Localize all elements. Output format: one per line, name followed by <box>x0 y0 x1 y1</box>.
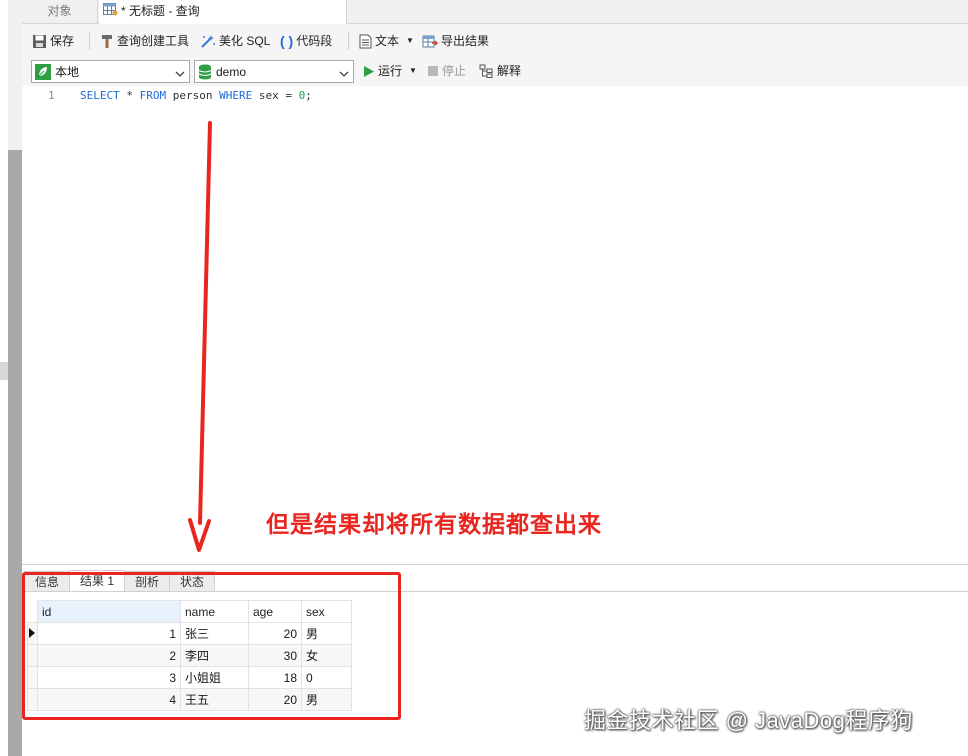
chevron-down-icon[interactable]: ▼ <box>409 62 417 80</box>
chevron-down-icon[interactable] <box>339 67 349 81</box>
explain-tree-icon <box>479 64 494 78</box>
beautify-sql-button[interactable]: 美化 SQL <box>200 32 270 50</box>
stop-button[interactable]: 停止 <box>427 62 466 80</box>
toolbar-divider <box>89 32 90 50</box>
connection-bar: 本地 demo 运行 ▼ 停止 解释 <box>22 58 968 86</box>
document-icon <box>359 34 372 49</box>
explain-button[interactable]: 解释 <box>479 62 521 80</box>
code-snippet-button[interactable]: ( ) 代码段 <box>280 32 332 50</box>
main-toolbar: 保存 查询创建工具 美化 SQL ( ) 代码段 文本 ▼ 导出结果 <box>22 24 968 58</box>
line-number: 1 <box>48 89 55 102</box>
line-number-gutter: 1 <box>22 86 72 564</box>
watermark: 掘金技术社区 @ JavaDog程序狗 <box>584 708 913 733</box>
export-table-icon <box>422 34 438 49</box>
database-select[interactable]: demo <box>194 60 354 83</box>
chevron-down-icon[interactable] <box>175 67 185 81</box>
sql-token: person <box>166 89 220 102</box>
query-builder-button[interactable]: 查询创建工具 <box>100 32 189 50</box>
save-icon <box>32 34 47 49</box>
annotation-highlight-box <box>22 572 401 720</box>
chevron-down-icon[interactable]: ▼ <box>406 32 414 50</box>
export-results-button[interactable]: 导出结果 <box>422 32 489 50</box>
annotation-arrow-icon <box>188 121 212 552</box>
tab-bar: 对象 * 无标题 - 查询 <box>22 0 968 25</box>
toolbar-divider <box>348 32 349 50</box>
run-button[interactable]: 运行 ▼ <box>363 62 417 80</box>
database-icon <box>198 64 212 80</box>
sql-token: sex = <box>252 89 299 102</box>
connection-leaf-icon <box>35 63 51 80</box>
sql-token: * <box>119 89 140 102</box>
save-button[interactable]: 保存 <box>32 32 74 50</box>
sql-token: WHERE <box>219 89 253 102</box>
connection-select[interactable]: 本地 <box>31 60 190 83</box>
text-mode-button[interactable]: 文本 ▼ <box>359 32 414 50</box>
sql-editor[interactable]: 1 SELECT * FROM person WHERE sex = 0; <box>22 86 968 564</box>
stop-icon <box>427 65 439 77</box>
tab-objects[interactable]: 对象 <box>22 0 98 24</box>
sql-token: ; <box>305 89 312 102</box>
sql-token: SELECT <box>80 89 120 102</box>
query-table-icon <box>103 1 118 23</box>
tab-query-label: * 无标题 - 查询 <box>121 4 200 18</box>
annotation-text: 但是结果却将所有数据都查出来 <box>266 511 602 537</box>
left-panel-edge <box>8 0 22 150</box>
play-icon <box>363 65 375 78</box>
parentheses-icon: ( ) <box>280 33 294 49</box>
tab-query[interactable]: * 无标题 - 查询 <box>99 0 347 25</box>
splitter-handle[interactable] <box>0 362 8 380</box>
sql-code-line[interactable]: SELECT * FROM person WHERE sex = 0; <box>80 89 312 102</box>
sql-token: FROM <box>139 89 167 102</box>
hammer-icon <box>100 34 114 49</box>
magic-wand-icon <box>200 34 216 49</box>
left-panel-scroll[interactable] <box>8 150 22 756</box>
